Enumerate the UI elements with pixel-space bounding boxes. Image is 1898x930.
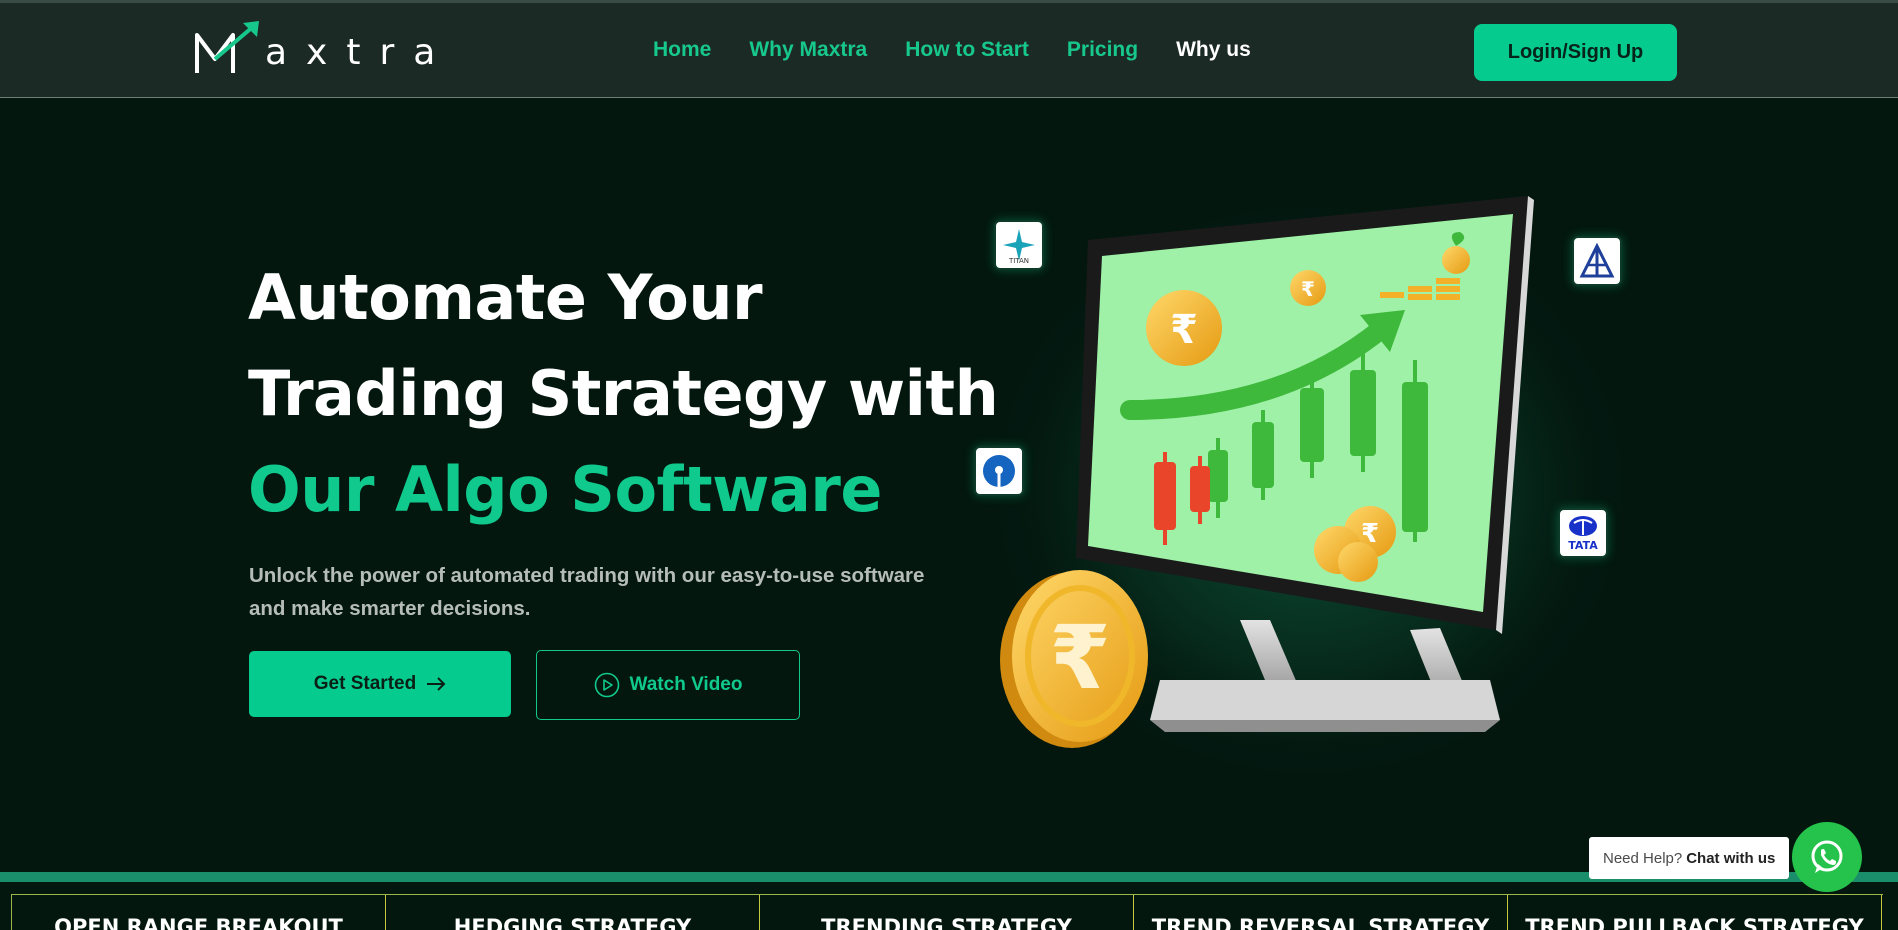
- nav-why-maxtra[interactable]: Why Maxtra: [749, 38, 867, 62]
- nav-how-to-start[interactable]: How to Start: [905, 38, 1029, 62]
- svg-text:₹: ₹: [1049, 606, 1110, 709]
- main-nav: Home Why Maxtra How to Start Pricing Why…: [653, 38, 1251, 62]
- trading-monitor-illustration: ₹ ₹ ₹ ₹: [980, 190, 1640, 790]
- nav-why-us[interactable]: Why us: [1176, 38, 1251, 62]
- hero-title-line-3: Our Algo Software: [248, 453, 882, 526]
- m-arrow-logo-icon: [195, 21, 259, 73]
- hero-description: Unlock the power of automated trading wi…: [249, 564, 925, 620]
- coin-rupee-symbol: ₹: [1170, 307, 1198, 353]
- nav-pricing[interactable]: Pricing: [1067, 38, 1138, 62]
- strategy-open-range-breakout[interactable]: OPEN RANGE BREAKOUT: [12, 895, 386, 930]
- help-cta: Chat with us: [1686, 849, 1776, 867]
- whatsapp-icon: [1811, 840, 1843, 873]
- help-prefix: Need Help?: [1603, 849, 1683, 867]
- arrow-right-icon: [427, 677, 446, 691]
- svg-text:₹: ₹: [1301, 277, 1315, 301]
- sbi-logo: [974, 446, 1024, 496]
- hero-illustration: ₹ ₹ ₹ ₹ TITAN TATA: [940, 160, 1680, 800]
- brand-name: axtra: [265, 31, 455, 73]
- watch-video-button[interactable]: Watch Video: [536, 650, 800, 720]
- strategy-hedging[interactable]: HEDGING STRATEGY: [386, 895, 760, 930]
- tata-logo-text: TATA: [1568, 539, 1598, 552]
- hero-title: Automate Your Trading Strategy with Our …: [248, 250, 999, 538]
- play-circle-icon: [594, 672, 619, 698]
- hero-title-line-1: Automate Your: [248, 261, 763, 334]
- login-signup-button[interactable]: Login/Sign Up: [1474, 24, 1677, 81]
- hero-title-line-2: Trading Strategy with: [248, 357, 999, 430]
- titan-logo: TITAN: [994, 220, 1044, 270]
- tata-logo: TATA: [1558, 508, 1608, 558]
- get-started-label: Get Started: [313, 673, 417, 694]
- chat-help-chip[interactable]: Need Help? Chat with us: [1589, 837, 1790, 879]
- strategy-ticker: OPEN RANGE BREAKOUT HEDGING STRATEGY TRE…: [11, 894, 1883, 930]
- strategy-trend-pullback[interactable]: TREND PULLBACK STRATEGY: [1508, 895, 1882, 930]
- top-navbar: axtra Home Why Maxtra How to Start Prici…: [0, 0, 1898, 98]
- titan-logo-text: TITAN: [1008, 257, 1029, 265]
- brand-logo[interactable]: axtra: [193, 21, 454, 77]
- whatsapp-chat-button[interactable]: [1792, 822, 1862, 892]
- indian-oil-logo: [1572, 236, 1622, 286]
- get-started-button[interactable]: Get Started: [249, 651, 511, 717]
- nav-home[interactable]: Home: [653, 38, 711, 62]
- watch-video-label: Watch Video: [629, 674, 743, 695]
- svg-text:₹: ₹: [1361, 519, 1379, 549]
- strategy-trend-reversal[interactable]: TREND REVERSAL STRATEGY: [1134, 895, 1508, 930]
- strategy-trending[interactable]: TRENDING STRATEGY: [760, 895, 1134, 930]
